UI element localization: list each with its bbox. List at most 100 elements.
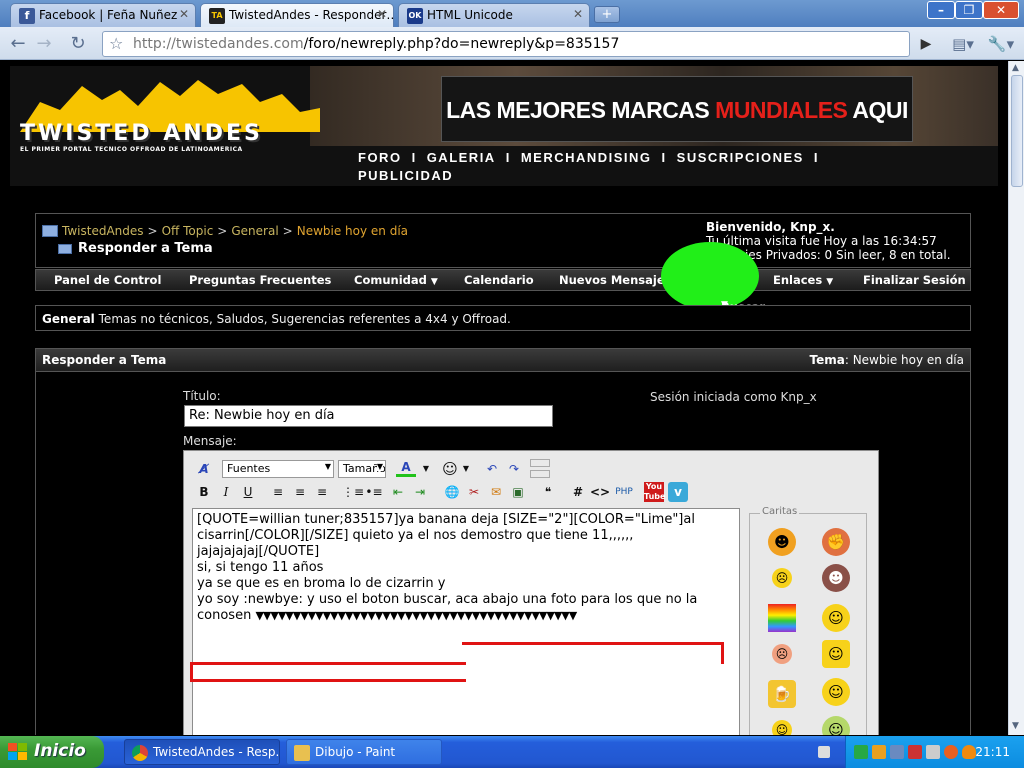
editor-toolbar-top: A̸ Fuentes ▼ Tamaño ▼ A ▼ ☺ ▼ ↶ ↷ [192,459,872,481]
page-menu-icon[interactable]: ▤▾ [948,33,978,55]
tab-facebook[interactable]: f Facebook | Feña Nuñez ✕ [10,3,196,27]
nav-comunidad[interactable]: Comunidad ▼ [354,273,438,287]
hashtag-icon[interactable]: # [568,482,588,502]
smiley-icon[interactable]: ☺ [822,716,850,735]
nav-enlaces[interactable]: Enlaces ▼ [773,273,833,287]
smiley-icon[interactable]: ☺ [772,720,792,735]
remove-link-icon[interactable]: ✂ [464,482,484,502]
ad-banner[interactable]: LAS MEJORES MARCAS MUNDIALES AQUI [441,76,913,142]
close-icon[interactable]: ✕ [179,7,189,21]
switch-mode-icon[interactable] [530,459,550,467]
ordered-list-icon[interactable]: ⋮≡ [342,482,364,502]
window-close-button[interactable]: ✕ [983,1,1019,19]
align-right-icon[interactable]: ≡ [312,482,332,502]
new-tab-button[interactable]: + [594,6,620,23]
chevron-down-icon[interactable]: ▼ [456,459,476,479]
chevron-down-icon[interactable]: ▼ [416,459,436,479]
tray-icon[interactable] [854,745,868,759]
redo-icon[interactable]: ↷ [504,459,524,479]
minimize-button[interactable]: – [927,1,955,19]
nav-nuevos-mensajes[interactable]: Nuevos Mensajes [559,273,671,287]
tray-icon[interactable] [872,745,886,759]
topnav-suscripciones[interactable]: SUSCRIPCIONES [677,150,804,165]
bold-icon[interactable]: B [194,482,214,502]
title-input[interactable]: Re: Newbie hoy en día [184,405,553,427]
email-link-icon[interactable]: ✉ [486,482,506,502]
task-paint[interactable]: Dibujo - Paint [286,739,442,765]
tray-icon[interactable] [962,745,976,759]
close-icon[interactable]: ✕ [377,7,387,21]
breadcrumb-home[interactable]: TwistedAndes [62,224,144,238]
insert-link-icon[interactable]: 🌐 [442,482,462,502]
wrench-menu-icon[interactable]: 🔧▾ [986,33,1016,55]
resize-icon[interactable] [530,470,550,478]
quote-icon[interactable]: ❝ [538,482,558,502]
unordered-list-icon[interactable]: •≡ [364,482,384,502]
remove-format-icon[interactable]: A̸ [194,459,214,479]
outdent-icon[interactable]: ⇤ [388,482,408,502]
smiley-icon[interactable]: ☺ [822,604,850,632]
nav-finalizar-sesion[interactable]: Finalizar Sesión [863,273,966,287]
topnav-publicidad[interactable]: PUBLICIDAD [358,168,453,183]
clock: 21:11 [975,745,1010,759]
breadcrumb-current[interactable]: Newbie hoy en día [297,224,408,238]
text-color-icon[interactable]: A [396,459,416,477]
beer-smiley-icon[interactable]: 🍺 [768,680,796,708]
topnav-foro[interactable]: FORO [358,150,402,165]
smiley-icon[interactable]: ☹ [772,644,792,664]
align-left-icon[interactable]: ≡ [268,482,288,502]
breadcrumb-off-topic[interactable]: Off Topic [162,224,214,238]
breadcrumb-general[interactable]: General [231,224,278,238]
nav-calendario[interactable]: Calendario [464,273,534,287]
code-icon[interactable]: <> [590,482,610,502]
tray-icon[interactable] [890,745,904,759]
tray-icon[interactable] [926,745,940,759]
buscar-highlight[interactable]: Buscar▼ [661,242,765,314]
smiley-icon[interactable]: ✊ [822,528,850,556]
address-bar[interactable]: ☆ http://twistedandes.com/foro/newreply.… [102,31,910,57]
nav-panel-de-control[interactable]: Panel de Control [54,273,161,287]
keyboard-icon[interactable] [818,746,830,758]
topnav-galeria[interactable]: GALERIA [427,150,496,165]
smiley-icon[interactable]: ☺ [822,640,850,668]
start-button[interactable]: Inicio [0,736,104,768]
scrollbar-thumb[interactable] [1011,75,1023,187]
smiley-icon[interactable]: ☹ [772,568,792,588]
vimeo-icon[interactable]: v [668,482,688,502]
scroll-down-icon[interactable]: ▼ [1012,721,1019,731]
youtube-icon[interactable]: You Tube [644,482,665,502]
forum-name[interactable]: General [42,312,95,326]
back-arrow-icon[interactable]: ← [6,33,30,55]
maximize-button[interactable]: ❐ [955,1,983,19]
go-arrow-icon[interactable]: ▶ [914,33,938,55]
forward-arrow-icon[interactable]: → [32,33,56,55]
insert-image-icon[interactable]: ▣ [508,482,528,502]
scroll-up-icon[interactable]: ▲ [1012,63,1019,73]
page-scrollbar[interactable]: ▲ ▼ [1008,61,1024,735]
chevron-down-icon: ▼ [324,462,331,471]
smiley-icon[interactable]: ☻ [822,564,850,592]
size-select[interactable]: Tamaño ▼ [338,460,386,478]
message-textarea[interactable]: [QUOTE=willian tuner;835157]ya banana de… [192,508,740,735]
star-icon[interactable]: ☆ [109,34,123,53]
font-select[interactable]: Fuentes ▼ [222,460,334,478]
tab-twistedandes[interactable]: TA TwistedAndes - Responder… ✕ [200,3,394,28]
nav-faq[interactable]: Preguntas Frecuentes [189,273,331,287]
rainbow-flag-icon[interactable] [768,604,796,632]
tray-icon[interactable] [908,745,922,759]
undo-icon[interactable]: ↶ [482,459,502,479]
smiley-icon[interactable]: ☻ [768,528,796,556]
tab-html-unicode[interactable]: OK HTML Unicode ✕ [398,3,590,27]
reload-icon[interactable]: ↻ [66,33,90,55]
site-logo[interactable]: TWISTED ANDES [20,121,330,146]
php-icon[interactable]: PHP [614,482,634,502]
topnav-merchandising[interactable]: MERCHANDISING [521,150,652,165]
close-icon[interactable]: ✕ [573,7,583,21]
task-twistedandes[interactable]: TwistedAndes - Resp... [124,739,280,765]
indent-icon[interactable]: ⇥ [410,482,430,502]
italic-icon[interactable]: I [216,482,236,502]
underline-icon[interactable]: U [238,482,258,502]
tray-icon[interactable] [944,745,958,759]
align-center-icon[interactable]: ≡ [290,482,310,502]
smiley-icon[interactable]: ☺ [822,678,850,706]
